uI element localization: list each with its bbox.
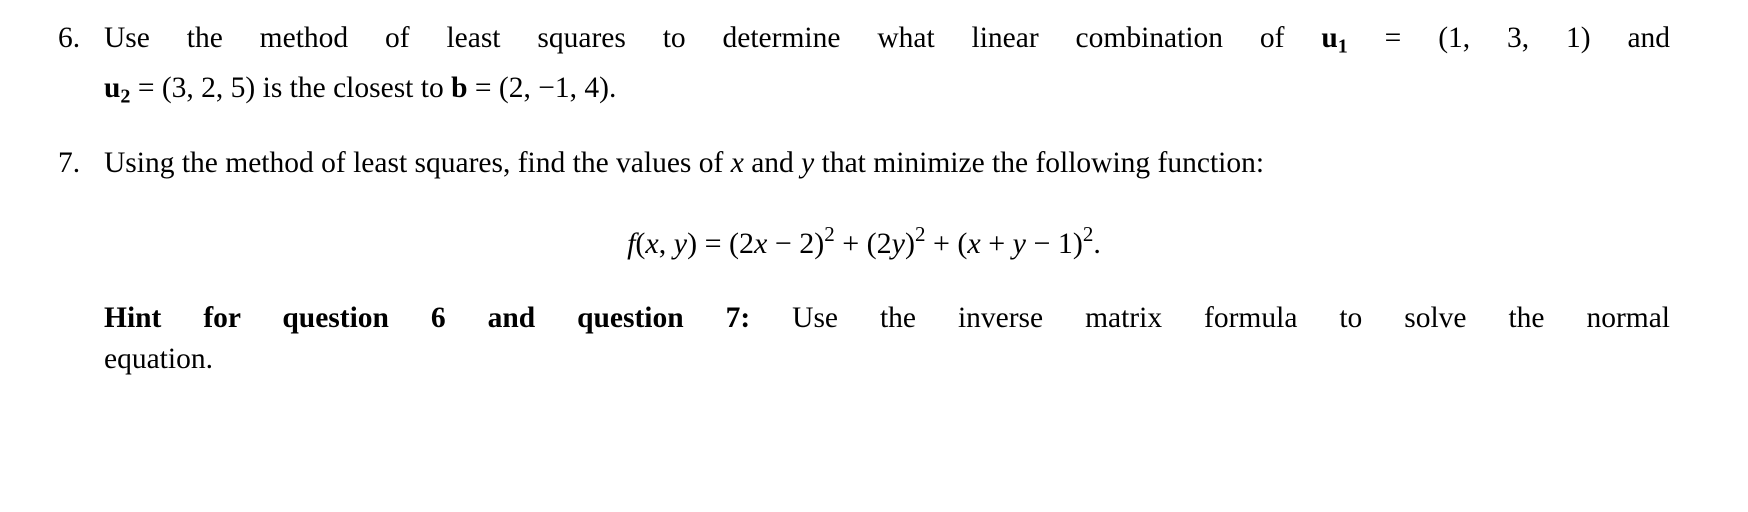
- term3-close: ): [1072, 226, 1083, 260]
- hint-line-1: Hint for question 6 and question 7: Use …: [104, 298, 1670, 339]
- hint-text-line-1: Use the inverse matrix formula to solve …: [792, 301, 1670, 334]
- vector-u1-value: (1, 3, 1): [1438, 22, 1591, 54]
- question-6-line-1: Use the method of least squares to deter…: [104, 18, 1670, 68]
- question-number-7: 7.: [58, 147, 81, 180]
- term3-variable-x: x: [967, 226, 981, 260]
- term1-constant: 2: [799, 226, 815, 260]
- question-item-7: 7. Using the method of least squares, fi…: [58, 143, 1670, 184]
- term2-variable: y: [891, 226, 905, 260]
- equation-equals: =: [704, 226, 722, 260]
- vector-u2-symbol: u: [104, 71, 121, 104]
- question-7-text-part2: and: [751, 147, 794, 180]
- term1-coefficient: 2: [739, 226, 754, 260]
- equation-arg-y: y: [673, 226, 688, 260]
- vector-u2: u2: [104, 71, 131, 108]
- document-content: 6. Use the method of least squares to de…: [58, 18, 1670, 380]
- vector-b-value: (2, −1, 4): [498, 71, 609, 104]
- term3-exponent: 2: [1082, 222, 1094, 247]
- term1-operator: −: [774, 226, 792, 260]
- equation-close-paren: ): [687, 226, 698, 260]
- term3-constant: 1: [1057, 226, 1073, 260]
- hint-text-line-2: equation.: [104, 342, 213, 375]
- displayed-equation: f(x, y) = (2x − 2)2 + (2y)2 + (x + y − 1…: [58, 214, 1670, 264]
- equation-comma: ,: [658, 226, 667, 260]
- question-7-body: Using the method of least squares, find …: [104, 143, 1670, 184]
- hint-block: Hint for question 6 and question 7: Use …: [104, 298, 1670, 380]
- question-6-line-2: u2 = (3, 2, 5) is the closest to b = (2,…: [104, 68, 1670, 118]
- term3-variable-y: y: [1012, 226, 1026, 260]
- term2-exponent: 2: [915, 222, 926, 247]
- term1-close: ): [814, 226, 825, 260]
- equation-plus-1: +: [842, 226, 860, 260]
- question-number-6: 6.: [58, 22, 81, 54]
- question-6-period: .: [608, 71, 617, 104]
- question-7-text-part3: that minimize the following function:: [821, 147, 1265, 180]
- question-7-line-1: Using the method of least squares, find …: [104, 143, 1670, 184]
- vector-b-equals: =: [474, 71, 492, 104]
- hint-line-2: equation.: [104, 339, 1670, 380]
- term3-operator-minus: −: [1033, 226, 1051, 260]
- question-7-text-part1: Using the method of least squares, find …: [104, 147, 724, 180]
- question-item-6: 6. Use the method of least squares to de…: [58, 18, 1670, 117]
- vector-u2-equals: =: [137, 71, 155, 104]
- question-6-text-and: and: [1627, 22, 1671, 54]
- vector-b-symbol: b: [451, 71, 468, 104]
- document-page: 6. Use the method of least squares to de…: [0, 0, 1748, 512]
- equation-plus-2: +: [933, 226, 950, 260]
- question-6-text-prefix: Use the method of least squares to deter…: [104, 22, 1285, 54]
- question-6-body: Use the method of least squares to deter…: [104, 18, 1670, 117]
- equation-period: .: [1093, 226, 1101, 260]
- vector-u1-equals: =: [1384, 22, 1402, 54]
- variable-x: x: [730, 147, 744, 180]
- hint-label: Hint for question 6 and question 7:: [104, 301, 751, 334]
- variable-y: y: [801, 147, 815, 180]
- term3-open: (: [957, 226, 968, 260]
- equation-inner: f(x, y) = (2x − 2)2 + (2y)2 + (x + y − 1…: [627, 214, 1101, 264]
- term3-operator-plus: +: [988, 226, 1006, 260]
- question-list: 6. Use the method of least squares to de…: [58, 18, 1670, 184]
- term2-close: ): [905, 226, 915, 260]
- equation-arg-x: x: [645, 226, 659, 260]
- term2-coefficient: 2: [876, 226, 892, 260]
- vector-u2-subscript: 2: [120, 85, 131, 108]
- term1-open: (: [729, 226, 739, 260]
- vector-u2-value: (3, 2, 5): [161, 71, 256, 104]
- vector-u1: u1: [1321, 22, 1347, 58]
- vector-u1-subscript: 1: [1337, 35, 1348, 58]
- equation-open-paren: (: [635, 226, 646, 260]
- term1-variable: x: [754, 226, 768, 260]
- question-6-text-middle: is the closest to: [262, 71, 444, 104]
- vector-u1-symbol: u: [1321, 22, 1338, 54]
- term2-open: (: [866, 226, 877, 260]
- term1-exponent: 2: [824, 222, 835, 247]
